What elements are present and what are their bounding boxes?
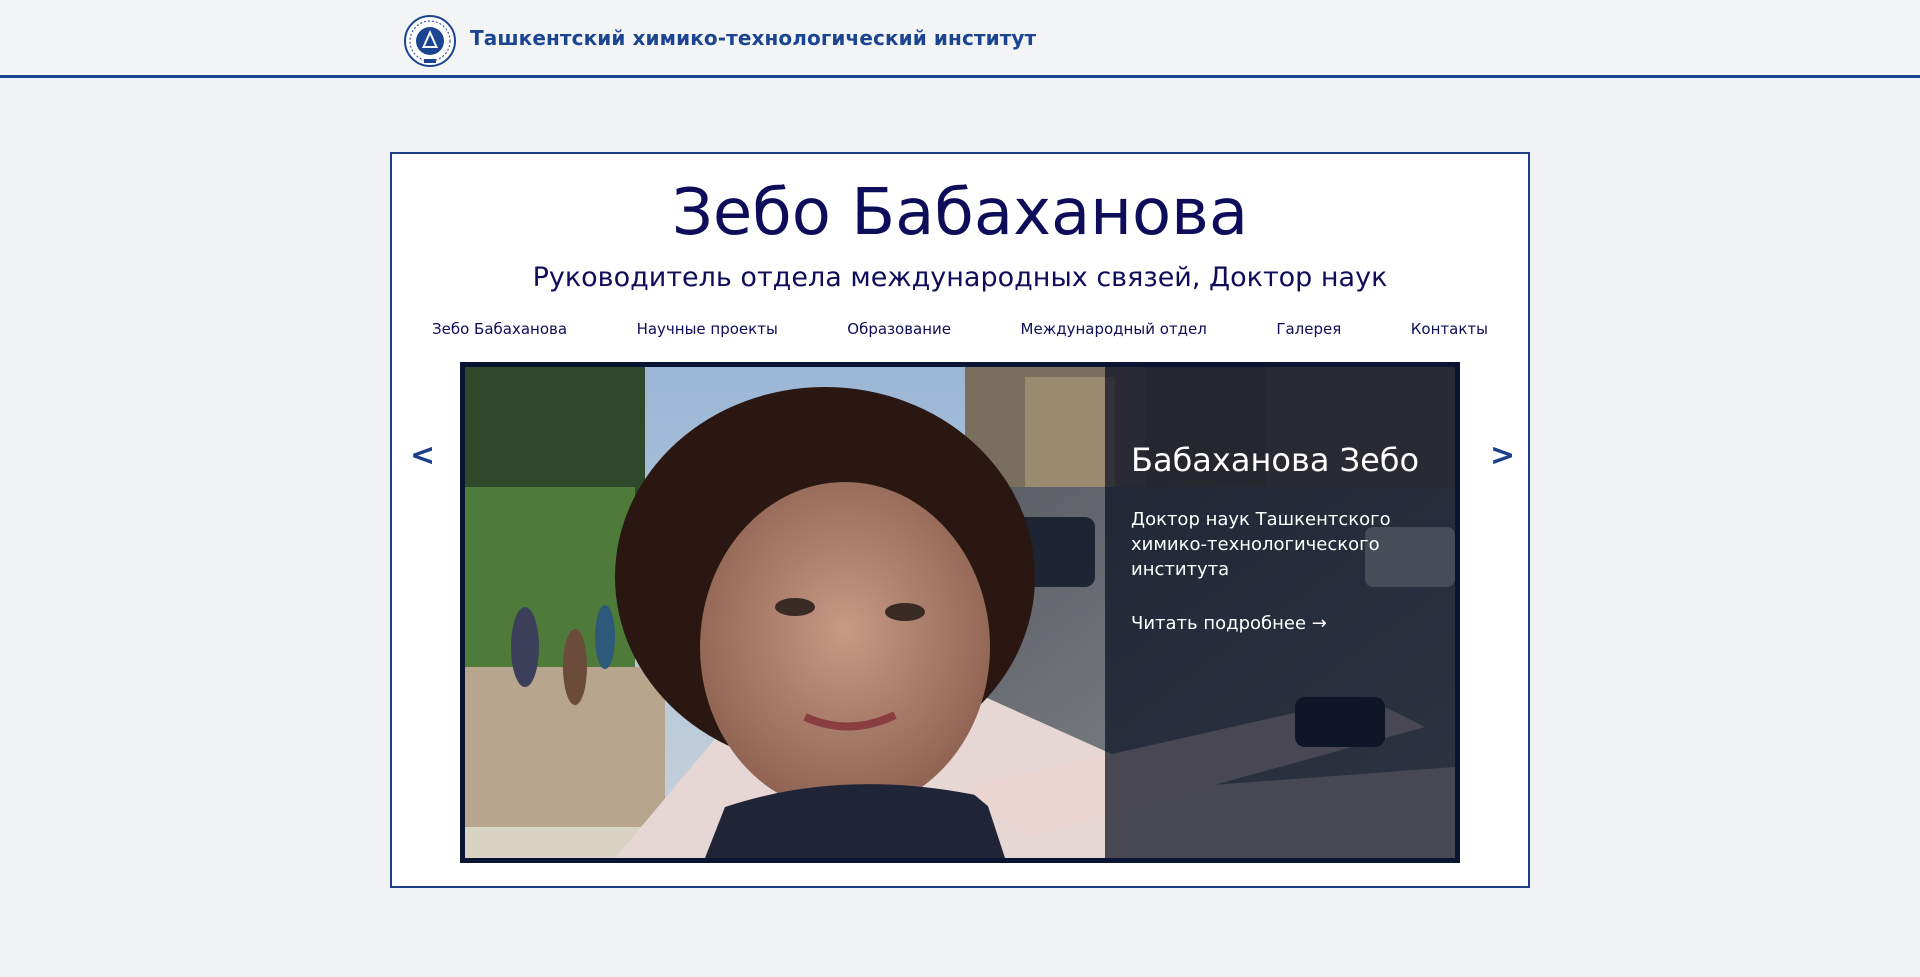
institute-logo-icon[interactable] [404,15,456,67]
profile-card: Зебо Бабаханова Руководитель отдела межд… [390,152,1530,888]
nav-item-gallery[interactable]: Галерея [1276,320,1341,338]
position-subtitle: Руководитель отдела международных связей… [532,262,1388,293]
nav-item-education[interactable]: Образование [847,320,951,338]
site-title[interactable]: Ташкентский химико-технологический инсти… [470,26,1036,50]
nav-item-profile[interactable]: Зебо Бабаханова [432,320,567,338]
top-header: Ташкентский химико-технологический инсти… [0,0,1920,78]
slide-caption-panel: Бабаханова Зебо Доктор наук Ташкентского… [1105,367,1455,858]
main-nav: Зебо Бабаханова Научные проекты Образова… [432,320,1488,338]
slider-prev-arrow-icon[interactable]: < [410,438,435,473]
read-more-link[interactable]: Читать подробнее → [1131,613,1327,634]
nav-item-contacts[interactable]: Контакты [1411,320,1488,338]
page-title: Зебо Бабаханова [671,176,1249,250]
photo-slider: Бабаханова Зебо Доктор наук Ташкентского… [460,362,1460,863]
slide-title: Бабаханова Зебо [1131,441,1420,479]
slider-next-arrow-icon[interactable]: > [1490,438,1515,473]
nav-item-projects[interactable]: Научные проекты [637,320,778,338]
nav-item-international[interactable]: Международный отдел [1021,320,1207,338]
slide-description: Доктор наук Ташкентского химико-технолог… [1131,509,1391,580]
